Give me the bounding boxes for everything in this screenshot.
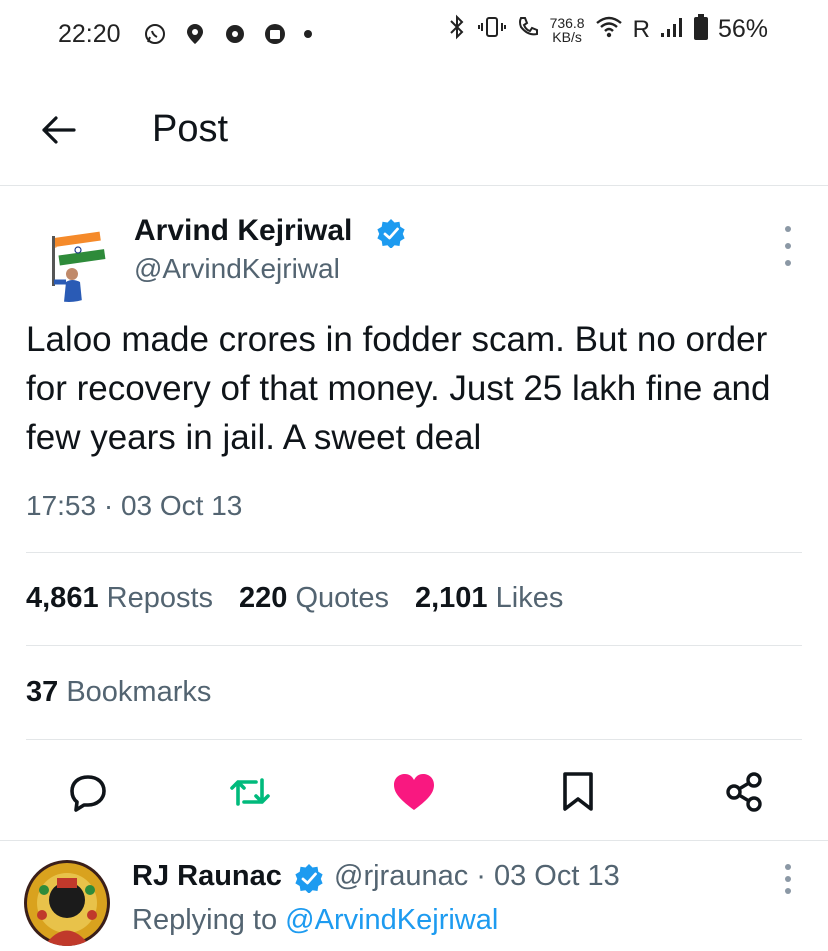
share-button[interactable] xyxy=(720,768,768,816)
reposts-count: 4,861 xyxy=(26,582,99,614)
likes-stat[interactable]: 2,101 Likes xyxy=(415,582,563,615)
quotes-count: 220 xyxy=(239,582,288,614)
reposts-stat[interactable]: 4,861 Reposts xyxy=(26,582,213,615)
repost-button[interactable] xyxy=(226,768,274,816)
repost-icon xyxy=(230,778,270,806)
like-button[interactable] xyxy=(390,768,438,816)
more-dot-icon xyxy=(785,226,791,232)
reposts-label: Reposts xyxy=(106,582,214,614)
reply-author-name[interactable]: RJ Raunac xyxy=(132,860,282,893)
notification-icon xyxy=(182,21,208,47)
more-dot-icon xyxy=(785,243,791,249)
more-dot-icon xyxy=(785,864,791,870)
reply-icon xyxy=(70,775,106,812)
bookmarks-label: Bookmarks xyxy=(66,676,212,708)
back-button[interactable] xyxy=(36,108,80,152)
replying-prefix: Replying to xyxy=(132,904,278,936)
tweet-timestamp[interactable]: 17:53 · 03 Oct 13 xyxy=(26,490,242,522)
verified-badge-icon xyxy=(294,863,324,894)
tweet-author: Arvind Kejriwal @ArvindKejriwal xyxy=(0,200,828,302)
replying-to: Replying to @ArvindKejriwal xyxy=(132,904,498,937)
wifi-icon xyxy=(595,15,623,44)
more-options-button[interactable] xyxy=(774,226,802,266)
tweet-text: Laloo made crores in fodder scam. But no… xyxy=(26,320,771,457)
status-right-icons: 736.8 KB/s R 56% xyxy=(446,14,768,45)
divider xyxy=(26,645,802,646)
call-icon xyxy=(516,15,540,44)
more-notifications-dot xyxy=(304,30,312,38)
bookmark-button[interactable] xyxy=(554,768,602,816)
likes-label: Likes xyxy=(495,582,564,614)
network-speed-unit: KB/s xyxy=(552,28,582,45)
divider xyxy=(0,840,828,841)
reply-more-options-button[interactable] xyxy=(774,864,802,894)
author-name[interactable]: Arvind Kejriwal xyxy=(134,214,352,248)
back-arrow-icon xyxy=(42,116,76,144)
vibrate-icon xyxy=(477,15,506,44)
author-handle[interactable]: @ArvindKejriwal xyxy=(134,253,340,285)
quotes-label: Quotes xyxy=(295,582,389,614)
roaming-indicator: R xyxy=(632,15,650,43)
more-dot-icon xyxy=(785,876,791,882)
network-speed: 736.8 KB/s xyxy=(550,16,585,44)
verified-badge-icon xyxy=(376,218,406,249)
divider xyxy=(26,739,802,740)
network-speed-value: 736.8 xyxy=(549,14,585,31)
tweet-action-bar xyxy=(0,762,828,822)
more-dot-icon xyxy=(785,260,791,266)
reply-author-meta[interactable]: @rjraunac · 03 Oct 13 xyxy=(334,860,620,893)
bookmark-icon xyxy=(563,772,593,811)
battery-percent: 56% xyxy=(717,15,768,43)
author-avatar[interactable] xyxy=(24,212,114,302)
reply-button[interactable] xyxy=(64,768,112,816)
heart-filled-icon xyxy=(394,774,434,810)
top-app-bar: Post xyxy=(0,86,828,186)
status-left-icons xyxy=(142,21,312,47)
battery-icon xyxy=(693,14,708,45)
bookmarks-stat[interactable]: 37 Bookmarks xyxy=(26,676,211,709)
status-time: 22:20 xyxy=(58,20,121,48)
bluetooth-icon xyxy=(446,14,468,45)
divider xyxy=(26,552,802,553)
more-dot-icon xyxy=(785,888,791,894)
bookmarks-count: 37 xyxy=(26,676,59,708)
replying-to-link[interactable]: @ArvindKejriwal xyxy=(285,904,498,936)
page-title: Post xyxy=(152,108,229,150)
likes-count: 2,101 xyxy=(414,582,488,614)
quotes-stat[interactable]: 220 Quotes xyxy=(239,582,389,615)
share-icon xyxy=(726,772,762,812)
tweet-stats: 4,861 Reposts 220 Quotes 2,101 Likes xyxy=(26,582,563,615)
whatsapp-icon xyxy=(142,21,168,47)
signal-icon xyxy=(660,15,684,44)
reply-avatar[interactable] xyxy=(24,860,110,946)
app-icon xyxy=(222,21,248,47)
status-bar: 22:20 736.8 KB/s R 56% xyxy=(0,0,828,70)
app-icon-2 xyxy=(262,21,288,47)
